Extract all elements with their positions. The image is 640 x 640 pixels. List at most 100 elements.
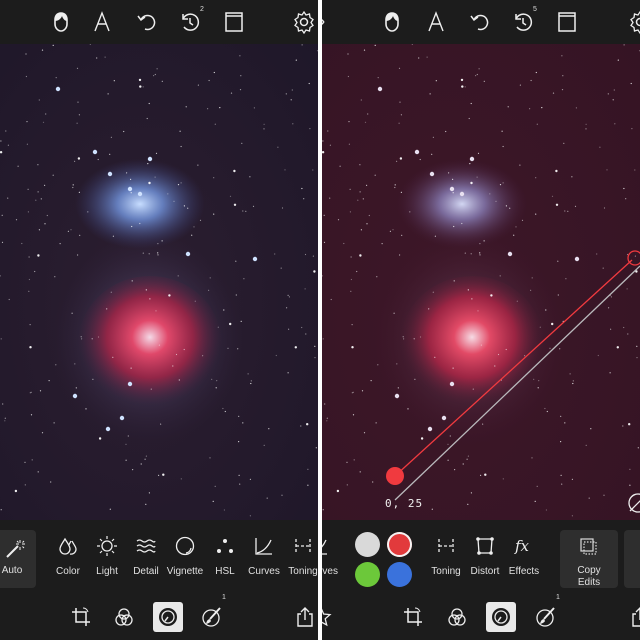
star — [26, 121, 28, 123]
undo-icon[interactable] — [468, 10, 492, 34]
mask-icon[interactable] — [49, 10, 73, 34]
star — [359, 254, 362, 257]
star — [145, 503, 147, 505]
star — [377, 364, 379, 366]
settings-icon[interactable] — [292, 10, 316, 34]
nebula-photo-edited[interactable]: 0, 25 — [322, 44, 640, 520]
adjust-dial-icon[interactable] — [153, 602, 183, 632]
share-icon[interactable] — [292, 604, 318, 630]
star — [305, 333, 307, 335]
history-icon[interactable] — [511, 10, 535, 34]
tool-curves[interactable]: rves — [322, 534, 344, 588]
star — [597, 354, 599, 357]
text-icon[interactable] — [90, 10, 114, 34]
share-icon[interactable] — [627, 604, 640, 630]
star — [144, 458, 146, 460]
swatch-gray[interactable] — [355, 532, 380, 557]
star — [453, 280, 455, 282]
star — [381, 243, 383, 245]
star — [156, 68, 158, 70]
star — [280, 267, 282, 269]
bright-star — [459, 191, 465, 197]
nebula-photo[interactable] — [0, 44, 318, 520]
close-icon[interactable] — [322, 10, 328, 34]
star — [539, 326, 541, 328]
star — [326, 417, 328, 419]
star — [370, 380, 372, 382]
bright-star — [574, 256, 580, 262]
adjustment-tools-strip[interactable]: rves Toning Distort fx Effects CopyEdits — [322, 520, 640, 592]
star — [399, 101, 401, 103]
compare-icon[interactable] — [555, 10, 579, 34]
crop-icon[interactable] — [68, 604, 94, 630]
star — [7, 144, 9, 146]
star — [312, 169, 314, 171]
star — [393, 312, 395, 314]
star — [294, 346, 297, 349]
gradient-start-handle[interactable] — [386, 467, 404, 485]
star — [30, 391, 32, 393]
star — [167, 193, 169, 195]
copy-icon — [580, 538, 597, 555]
copy-edits-button[interactable]: Copy Edits — [560, 530, 618, 588]
swatch-red-selected[interactable] — [387, 532, 412, 557]
star — [453, 225, 455, 228]
star — [409, 211, 411, 213]
compare-icon[interactable] — [222, 10, 246, 34]
auto-button[interactable]: Auto — [0, 530, 36, 588]
star — [304, 288, 306, 290]
star — [211, 378, 213, 380]
brush-icon[interactable] — [533, 604, 559, 630]
star — [75, 387, 77, 389]
swatch-blue[interactable] — [387, 562, 412, 587]
star — [307, 468, 309, 470]
star — [25, 75, 27, 78]
mask-icon[interactable] — [380, 10, 404, 34]
star — [545, 309, 547, 311]
star — [197, 84, 199, 86]
star — [606, 169, 608, 171]
text-icon[interactable] — [424, 10, 448, 34]
star — [155, 310, 157, 312]
paste-edits-button[interactable] — [624, 530, 640, 588]
star — [157, 243, 159, 245]
star — [242, 210, 244, 212]
bright-star — [507, 251, 513, 257]
favorite-star-icon[interactable] — [322, 604, 334, 630]
star — [53, 422, 55, 424]
swatch-green[interactable] — [355, 562, 380, 587]
tool-effects[interactable]: fx Effects — [499, 534, 549, 588]
star — [207, 108, 209, 110]
star — [287, 294, 289, 296]
star — [223, 309, 225, 311]
history-icon[interactable] — [178, 10, 202, 34]
filters-icon[interactable] — [444, 604, 470, 630]
filters-icon[interactable] — [111, 604, 137, 630]
star — [2, 403, 4, 405]
star — [622, 425, 624, 427]
star — [322, 338, 324, 340]
star — [250, 382, 252, 385]
star — [555, 169, 558, 173]
star — [431, 153, 433, 155]
brush-icon[interactable] — [199, 604, 225, 630]
star — [160, 423, 162, 425]
settings-icon[interactable] — [628, 10, 640, 34]
star — [288, 296, 290, 298]
star — [559, 348, 561, 350]
star — [240, 75, 242, 77]
undo-icon[interactable] — [135, 10, 159, 34]
star — [233, 169, 236, 173]
adjustment-tools-strip[interactable]: Auto Color Light Detail Vignette HSL Cur… — [0, 520, 318, 592]
adjust-dial-icon[interactable] — [486, 602, 516, 632]
bright-star — [137, 191, 143, 197]
star — [461, 85, 464, 88]
tool-toning[interactable]: Toning — [278, 534, 318, 588]
star — [301, 187, 303, 190]
star — [42, 121, 45, 123]
star — [295, 59, 297, 61]
crop-icon[interactable] — [400, 604, 426, 630]
star — [477, 152, 480, 154]
star — [187, 207, 189, 209]
star — [98, 437, 102, 440]
